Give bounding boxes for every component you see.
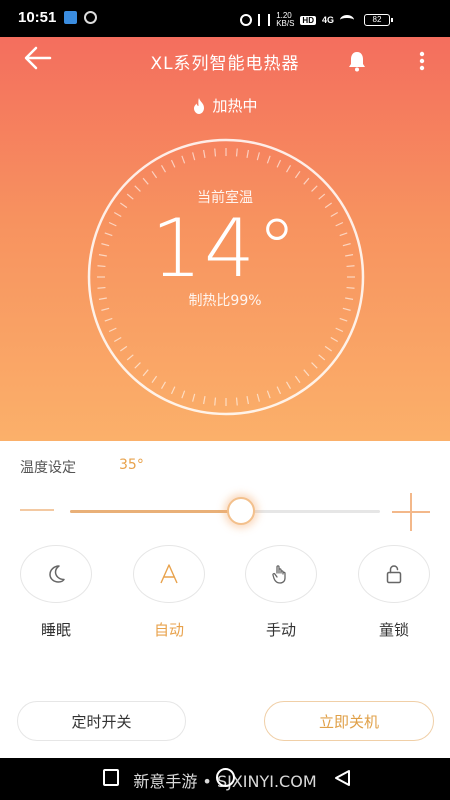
dial-tick: [142, 177, 149, 185]
mode-child-lock-circle: [358, 545, 430, 603]
dial-tick: [276, 159, 282, 168]
temperature-setting-label: 温度设定: [20, 460, 76, 476]
mode-auto[interactable]: 自动: [124, 545, 214, 640]
dial-tick: [285, 164, 292, 173]
status-indicators: 1.20 KB/S HD 4G: [240, 12, 354, 28]
alarm-icon: [240, 14, 253, 26]
dial-tick: [235, 397, 238, 406]
watermark: 新意手游 • SJXINYI.COM: [133, 772, 317, 791]
dial-tick: [170, 159, 176, 168]
hd-badge: HD: [300, 15, 316, 25]
flame-icon: [194, 97, 205, 114]
dial-tick: [235, 148, 238, 157]
current-temperature: 14°: [151, 202, 299, 295]
heating-status: 加热中: [0, 95, 450, 116]
app-notification-icon: [64, 11, 77, 24]
dial-tick: [203, 149, 206, 158]
dial-tick: [294, 170, 301, 179]
temperature-slider[interactable]: [70, 497, 380, 525]
mode-selector: 睡眠 自动 手动 童锁: [0, 545, 450, 645]
mode-sleep-circle: [20, 545, 92, 603]
dial-tick: [294, 375, 301, 384]
dial-tick: [256, 152, 260, 161]
mode-sleep-label: 睡眠: [40, 621, 71, 639]
mode-manual-circle: [245, 545, 317, 603]
slider-thumb[interactable]: [226, 497, 255, 525]
system-navigation-bar: 新意手游 • SJXINYI.COM: [0, 758, 450, 800]
dial-tick: [151, 170, 158, 179]
dial-tick: [134, 362, 141, 369]
dial-tick: [246, 396, 249, 405]
dial-tick: [303, 177, 310, 185]
dial-tick: [160, 381, 167, 390]
temperature-setting-value: 35°: [119, 457, 144, 473]
decrease-temp-button[interactable]: [20, 498, 56, 522]
mode-manual-label: 手动: [265, 621, 296, 639]
dial-tick: [192, 393, 196, 402]
mode-auto-label: 自动: [153, 621, 184, 639]
status-bar: 10:51 1.20 KB/S HD 4G 82: [0, 0, 450, 37]
timer-button[interactable]: 定时开关: [17, 701, 186, 741]
network-speed: 1.20 KB/S: [276, 11, 295, 28]
dial-tick: [303, 369, 310, 377]
more-vertical-icon[interactable]: [414, 49, 430, 73]
dial-tick: [324, 345, 333, 352]
dial-tick: [214, 397, 217, 406]
auto-icon: [160, 564, 178, 584]
mode-auto-circle: [133, 545, 205, 603]
dial-tick: [203, 396, 206, 405]
increase-temp-button[interactable]: [392, 493, 430, 531]
dial-tick: [108, 327, 117, 333]
shutdown-now-button[interactable]: 立即关机: [264, 701, 434, 741]
dial-tick: [256, 393, 260, 402]
hand-icon: [272, 565, 286, 584]
heater-status-panel: XL系列智能电热器 加热中 当前室温 14° 制热比99%: [0, 37, 450, 441]
slider-fill: [70, 510, 241, 513]
page-title: XL系列智能电热器: [150, 54, 300, 74]
dial-tick: [181, 390, 186, 399]
dial-tick: [266, 390, 271, 399]
dial-tick: [181, 155, 186, 164]
mode-child-lock-label: 童锁: [378, 621, 409, 639]
dial-tick: [339, 317, 348, 322]
mode-child-lock[interactable]: 童锁: [349, 545, 439, 640]
dial-tick: [246, 149, 249, 158]
dial-tick: [335, 327, 344, 333]
mode-sleep[interactable]: 睡眠: [11, 545, 101, 640]
dial-tick: [119, 345, 128, 352]
vibrate-icon: [258, 14, 271, 26]
mode-manual[interactable]: 手动: [236, 545, 326, 640]
dial-tick: [330, 336, 339, 343]
control-panel: 温度设定 35° 睡眠 自动 手动 童锁 定时开关 立即关机: [0, 441, 450, 758]
dial-tick: [104, 317, 113, 322]
heating-ratio: 制热比99%: [188, 293, 262, 309]
dial-tick: [126, 354, 134, 361]
sync-icon: [84, 11, 97, 24]
dial-tick: [266, 155, 271, 164]
dial-tick: [276, 386, 282, 395]
wifi-icon: [340, 15, 354, 25]
dial-tick: [311, 362, 318, 369]
dial-tick: [285, 381, 292, 390]
status-time: 10:51: [18, 9, 57, 26]
heating-status-text: 加热中: [212, 97, 258, 115]
dial-tick: [151, 375, 158, 384]
dial-tick: [160, 164, 167, 173]
dial-tick: [192, 152, 196, 161]
notification-icons: [64, 11, 97, 24]
dial-tick: [113, 336, 122, 343]
dial-tick: [214, 148, 217, 157]
moon-icon: [49, 565, 65, 583]
dial-tick: [142, 369, 149, 377]
battery-icon: 82: [364, 14, 393, 26]
lock-icon: [386, 565, 402, 584]
bell-icon[interactable]: [345, 49, 369, 73]
network-type: 4G: [321, 15, 334, 25]
dial-tick: [318, 354, 326, 361]
dial-tick: [170, 386, 176, 395]
